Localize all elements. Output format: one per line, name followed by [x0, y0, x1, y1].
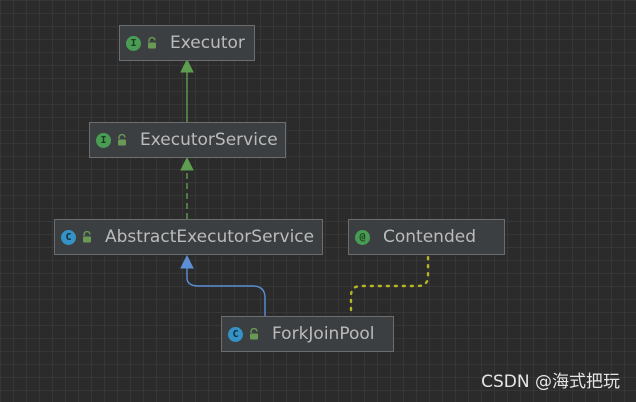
lock-icon [81, 231, 93, 243]
node-executor[interactable]: I Executor [119, 25, 255, 61]
node-contended[interactable]: @ Contended [348, 219, 505, 255]
edge-annotated-by [349, 253, 430, 312]
interface-icon: I [96, 132, 111, 148]
class-icon: C [228, 326, 243, 342]
edge-extends [186, 266, 266, 316]
arrowhead [180, 156, 194, 171]
annotation-icon: @ [355, 229, 370, 245]
node-label: Contended [383, 227, 476, 247]
node-executor-service[interactable]: I ExecutorService [89, 122, 286, 158]
interface-icon: I [126, 35, 141, 51]
node-label: AbstractExecutorService [105, 227, 315, 247]
arrowhead [180, 58, 194, 73]
lock-icon [116, 134, 128, 146]
node-label: ExecutorService [140, 130, 278, 150]
lock-icon [146, 37, 158, 49]
node-label: ForkJoinPool [272, 324, 375, 344]
node-fork-join-pool[interactable]: C ForkJoinPool [221, 316, 394, 352]
abstract-class-icon: C [61, 229, 76, 245]
node-abstract-executor-service[interactable]: C AbstractExecutorService [54, 219, 323, 255]
watermark: CSDN @海式把玩 [481, 372, 620, 392]
arrowhead [180, 254, 194, 269]
node-label: Executor [170, 33, 245, 53]
lock-icon [248, 328, 260, 340]
